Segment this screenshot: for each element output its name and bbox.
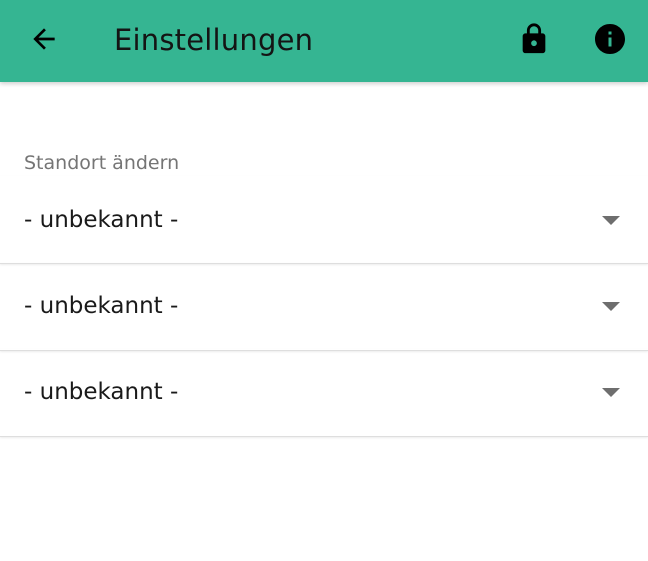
location-dropdown-2[interactable]: - unbekannt - <box>0 263 648 351</box>
dropdown-arrow-icon <box>602 302 620 311</box>
location-dropdown-1[interactable]: - unbekannt - <box>0 176 648 264</box>
location-section-label: Standort ändern <box>24 152 180 174</box>
dropdown-value: - unbekannt - <box>24 207 179 233</box>
dropdown-arrow-icon <box>602 216 620 225</box>
info-icon <box>595 24 625 54</box>
page-title: Einstellungen <box>114 23 314 57</box>
lock-icon <box>522 23 546 54</box>
dropdown-value: - unbekannt - <box>24 379 179 405</box>
dropdown-arrow-icon <box>602 388 620 397</box>
lock-button[interactable] <box>512 17 556 61</box>
location-dropdown-3[interactable]: - unbekannt - <box>0 349 648 437</box>
info-button[interactable] <box>588 17 632 61</box>
app-bar: Einstellungen <box>0 0 648 82</box>
arrow-back-icon <box>33 28 55 50</box>
dropdown-value: - unbekannt - <box>24 293 179 319</box>
back-button[interactable] <box>22 17 66 61</box>
